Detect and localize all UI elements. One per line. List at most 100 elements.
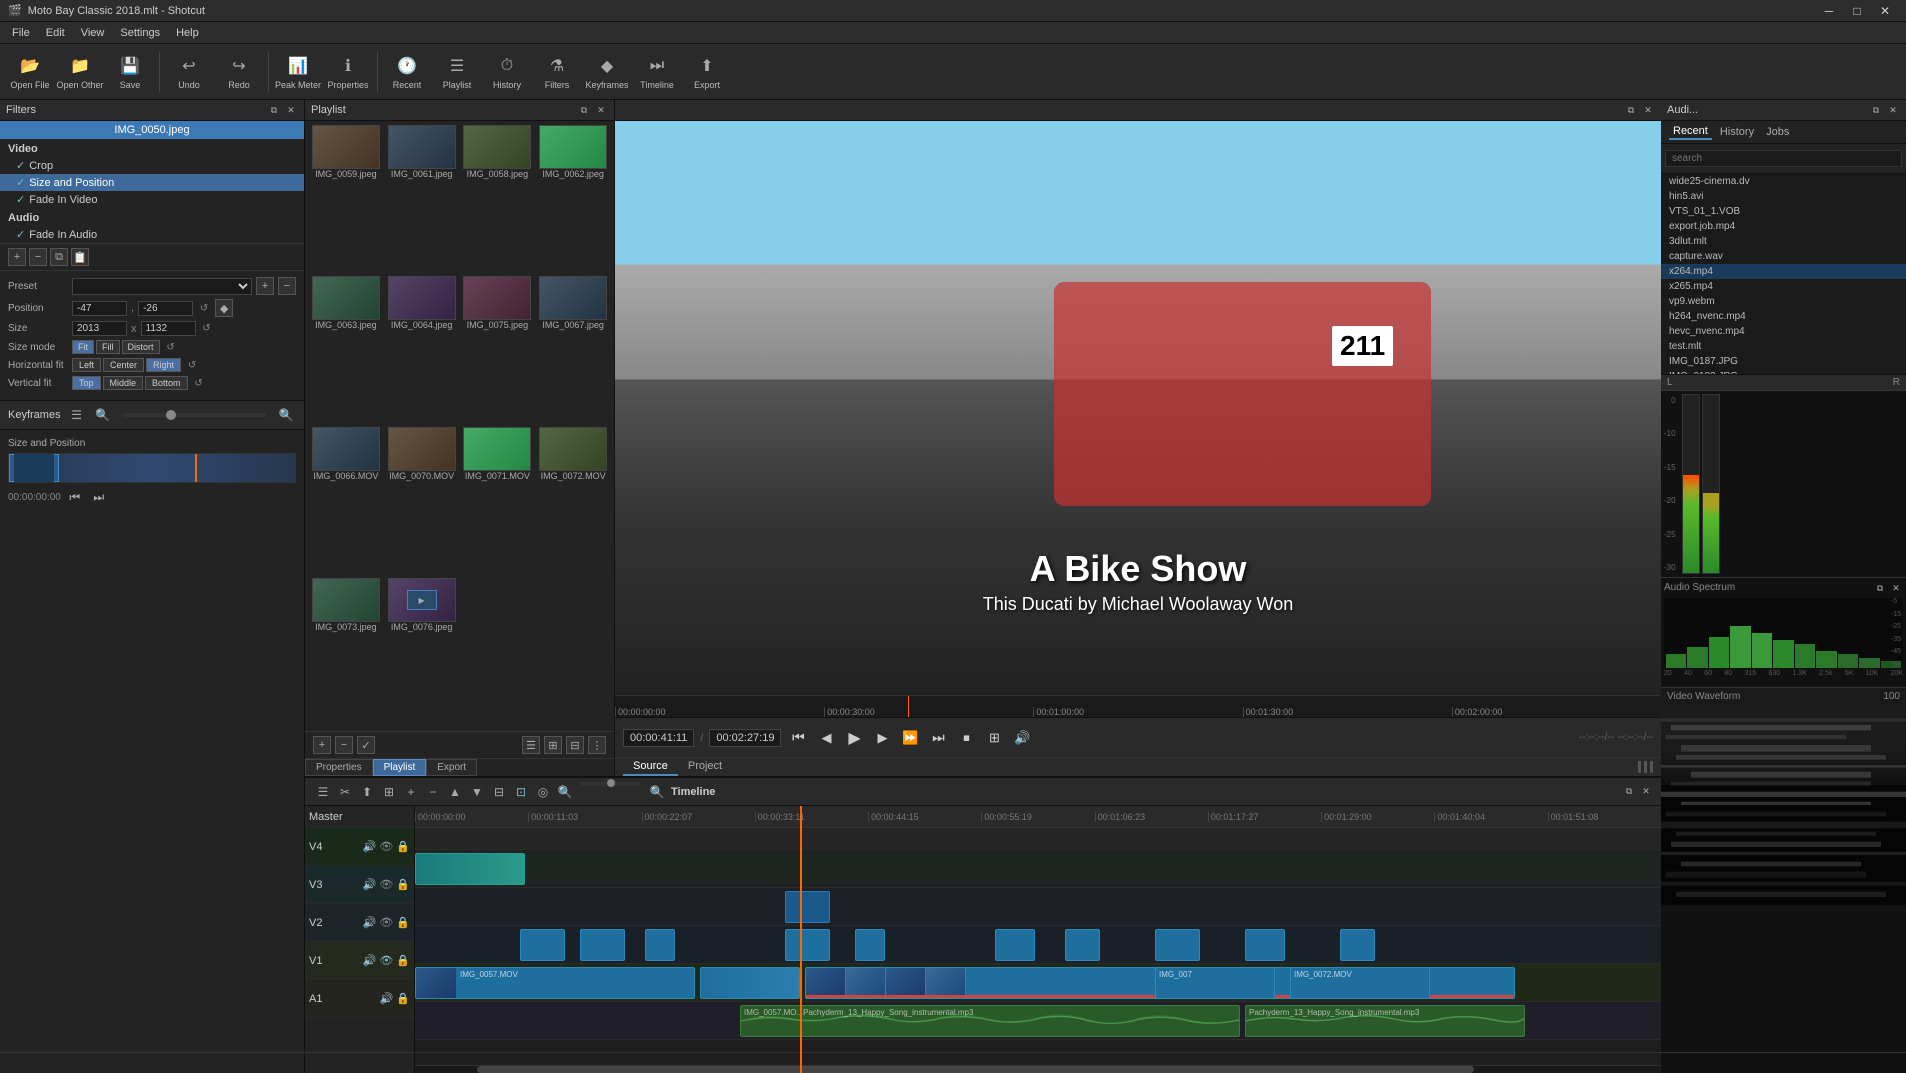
tl-scrub-btn[interactable]: ◎ bbox=[533, 782, 553, 802]
tab-playlist[interactable]: Playlist bbox=[373, 759, 427, 776]
list-item[interactable]: IMG_0072.MOV bbox=[536, 427, 610, 576]
preview-timecode-total[interactable]: 00:02:27:19 bbox=[709, 729, 781, 747]
recent-item-1[interactable]: hin5.avi bbox=[1661, 189, 1906, 204]
kf-prev-btn[interactable]: ⏮ bbox=[65, 487, 85, 507]
filter-copy-btn[interactable]: ⧉ bbox=[50, 248, 68, 266]
v2-audio-icon[interactable]: 🔊 bbox=[363, 916, 377, 929]
kf-zoom-slider[interactable] bbox=[123, 413, 266, 417]
export-button[interactable]: ⬆ Export bbox=[683, 47, 731, 97]
v2-eye-icon[interactable]: 👁 bbox=[379, 916, 393, 929]
list-item[interactable]: IMG_0071.MOV bbox=[461, 427, 535, 576]
playlist-close-btn[interactable]: ✕ bbox=[594, 103, 608, 117]
kf-menu-btn[interactable]: ☰ bbox=[67, 405, 87, 425]
list-item[interactable]: IMG_0061.jpeg bbox=[385, 125, 459, 274]
menu-view[interactable]: View bbox=[73, 25, 113, 41]
v1-eye-icon[interactable]: 👁 bbox=[379, 954, 393, 967]
v-align-bottom[interactable]: Bottom bbox=[145, 376, 188, 390]
recent-item-5[interactable]: capture.wav bbox=[1661, 249, 1906, 264]
recent-item-0[interactable]: wide25-cinema.dv bbox=[1661, 174, 1906, 189]
v2-clip-4[interactable] bbox=[785, 929, 830, 961]
tl-zoom-btn[interactable]: 🔍 bbox=[555, 782, 575, 802]
v2-clip-3[interactable] bbox=[645, 929, 675, 961]
tl-lift-btn[interactable]: ⬆ bbox=[357, 782, 377, 802]
filter-fade-audio[interactable]: ✓ Fade In Audio bbox=[0, 226, 304, 243]
recent-button[interactable]: 🕐 Recent bbox=[383, 47, 431, 97]
list-item[interactable]: IMG_0066.MOV bbox=[309, 427, 383, 576]
maximize-button[interactable]: □ bbox=[1844, 2, 1870, 20]
recent-item-3[interactable]: export.job.mp4 bbox=[1661, 219, 1906, 234]
position-reset[interactable]: ↺ bbox=[197, 301, 211, 315]
list-item[interactable]: IMG_0058.jpeg bbox=[461, 125, 535, 274]
v4-audio-icon[interactable]: 🔊 bbox=[363, 840, 377, 853]
filter-paste-btn[interactable]: 📋 bbox=[71, 248, 89, 266]
filter-crop[interactable]: ✓ Crop bbox=[0, 157, 304, 174]
preview-fast-fwd-btn[interactable]: ⏩ bbox=[899, 727, 921, 749]
preview-skip-end-btn[interactable]: ⏭ bbox=[927, 727, 949, 749]
preset-select[interactable] bbox=[72, 278, 252, 295]
tl-close-btn[interactable]: ✕ bbox=[1639, 785, 1653, 799]
playlist-check-btn[interactable]: ✓ bbox=[357, 736, 375, 754]
preview-skip-start-btn[interactable]: ⏮ bbox=[787, 727, 809, 749]
keyframes-button[interactable]: ◆ Keyframes bbox=[583, 47, 631, 97]
playlist-button[interactable]: ☰ Playlist bbox=[433, 47, 481, 97]
list-item[interactable]: IMG_0075.jpeg bbox=[461, 276, 535, 425]
v3-lock-icon[interactable]: 🔒 bbox=[396, 878, 410, 891]
recent-item-2[interactable]: VTS_01_1.VOB bbox=[1661, 204, 1906, 219]
kf-next-btn[interactable]: ⏭ bbox=[89, 487, 109, 507]
preview-play-btn[interactable]: ▶ bbox=[843, 727, 865, 749]
tab-project[interactable]: Project bbox=[678, 758, 732, 776]
search-input[interactable] bbox=[1665, 150, 1902, 167]
v1-lock-icon[interactable]: 🔒 bbox=[396, 954, 410, 967]
spectrum-close-btn[interactable]: ✕ bbox=[1889, 581, 1903, 595]
a1-clip-1[interactable]: IMG_0057.MO...Pachyderm_13_Happy_Song_in… bbox=[740, 1005, 1240, 1037]
menu-help[interactable]: Help bbox=[168, 25, 207, 41]
preview-grid-btn[interactable]: ⊞ bbox=[983, 727, 1005, 749]
v1-clip-img007[interactable]: IMG_007 bbox=[1155, 967, 1275, 999]
size-mode-reset[interactable]: ↺ bbox=[164, 340, 178, 354]
tab-jobs[interactable]: Jobs bbox=[1762, 125, 1793, 139]
recent-item-10[interactable]: hevc_nvenc.mp4 bbox=[1661, 324, 1906, 339]
recent-item-6[interactable]: x264.mp4 bbox=[1661, 264, 1906, 279]
preset-add-btn[interactable]: + bbox=[256, 277, 274, 295]
open-other-button[interactable]: 📁 Open Other bbox=[56, 47, 104, 97]
position-y-input[interactable] bbox=[138, 301, 193, 316]
filters-float-btn[interactable]: ⧉ bbox=[267, 103, 281, 117]
filter-fade-video[interactable]: ✓ Fade In Video bbox=[0, 191, 304, 208]
preview-stop-btn[interactable]: ⏹ bbox=[955, 727, 977, 749]
v1-clip-img0072[interactable]: IMG_0072.MOV bbox=[1290, 967, 1430, 999]
save-button[interactable]: 💾 Save bbox=[106, 47, 154, 97]
recent-item-9[interactable]: h264_nvenc.mp4 bbox=[1661, 309, 1906, 324]
h-align-center[interactable]: Center bbox=[103, 358, 144, 372]
tl-scroll-thumb[interactable] bbox=[477, 1066, 1474, 1073]
size-reset[interactable]: ↺ bbox=[200, 322, 214, 336]
size-mode-fit[interactable]: Fit bbox=[72, 340, 94, 354]
open-file-button[interactable]: 📂 Open File bbox=[6, 47, 54, 97]
v-align-middle[interactable]: Middle bbox=[103, 376, 144, 390]
recent-item-7[interactable]: x265.mp4 bbox=[1661, 279, 1906, 294]
tab-source[interactable]: Source bbox=[623, 758, 678, 776]
tl-remove-btn[interactable]: − bbox=[423, 782, 443, 802]
v-align-top[interactable]: Top bbox=[72, 376, 101, 390]
menu-file[interactable]: File bbox=[4, 25, 38, 41]
properties-button[interactable]: ℹ Properties bbox=[324, 47, 372, 97]
list-item[interactable]: ▶ IMG_0076.jpeg bbox=[385, 578, 459, 727]
list-item[interactable]: IMG_0063.jpeg bbox=[309, 276, 383, 425]
tab-recent[interactable]: Recent bbox=[1669, 124, 1712, 140]
minimize-button[interactable]: ─ bbox=[1816, 2, 1842, 20]
tl-zoom-slider[interactable] bbox=[581, 782, 641, 786]
v2-clip-5[interactable] bbox=[855, 929, 885, 961]
v3-audio-icon[interactable]: 🔊 bbox=[363, 878, 377, 891]
list-item[interactable]: IMG_0067.jpeg bbox=[536, 276, 610, 425]
preview-close-btn[interactable]: ✕ bbox=[1641, 103, 1655, 117]
playlist-add-btn[interactable]: + bbox=[313, 736, 331, 754]
preview-float-btn[interactable]: ⧉ bbox=[1624, 103, 1638, 117]
h-fit-reset[interactable]: ↺ bbox=[185, 358, 199, 372]
h-align-right[interactable]: Right bbox=[146, 358, 181, 372]
menu-settings[interactable]: Settings bbox=[112, 25, 168, 41]
list-item[interactable]: IMG_0064.jpeg bbox=[385, 276, 459, 425]
peak-meter-button[interactable]: 📊 Peak Meter bbox=[274, 47, 322, 97]
list-item[interactable]: IMG_0062.jpeg bbox=[536, 125, 610, 274]
v3-eye-icon[interactable]: 👁 bbox=[379, 878, 393, 891]
v1-clip-main[interactable]: IMG_0057.MOV bbox=[415, 967, 695, 999]
v1-audio-icon[interactable]: 🔊 bbox=[363, 954, 377, 967]
